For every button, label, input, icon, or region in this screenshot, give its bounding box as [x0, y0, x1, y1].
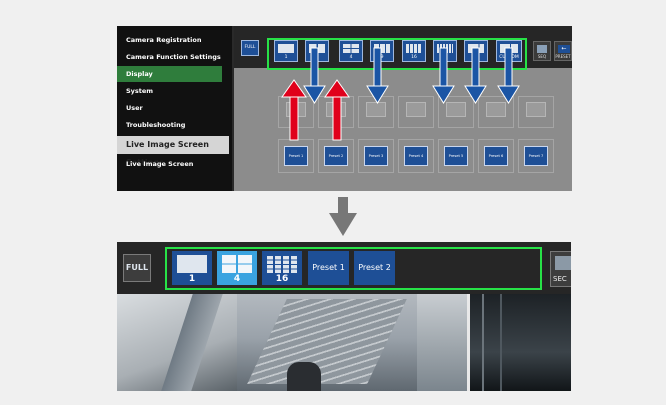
blue-down-arrow-1: [303, 47, 326, 104]
camera-view-secondary[interactable]: [470, 294, 571, 391]
sequence-button[interactable]: SEC: [550, 251, 571, 287]
layout-16-button[interactable]: 16: [262, 251, 302, 285]
blue-down-arrow-5: [497, 47, 520, 104]
layout-4-button[interactable]: 4: [217, 251, 257, 285]
blue-down-arrow-3: [432, 47, 455, 104]
preset-1-button[interactable]: Preset 1: [308, 251, 349, 285]
split-4-icon: [222, 255, 252, 273]
preset-2-button[interactable]: Preset 2: [354, 251, 395, 285]
live-image-screen: FULL 1 4 16 Preset 1 Preset 2 SEC: [117, 242, 571, 391]
transition-down-arrow: [329, 197, 357, 236]
layout-1-button[interactable]: 1: [172, 251, 212, 285]
blue-down-arrow-2: [366, 47, 389, 104]
red-up-arrow-2: [324, 79, 350, 141]
red-up-arrow-1: [281, 79, 307, 141]
single-screen-icon: [177, 255, 207, 273]
blue-down-arrow-4: [464, 47, 487, 104]
full-button[interactable]: FULL: [123, 254, 151, 282]
camera-view-main[interactable]: [117, 294, 467, 391]
sequence-icon: [555, 256, 571, 270]
